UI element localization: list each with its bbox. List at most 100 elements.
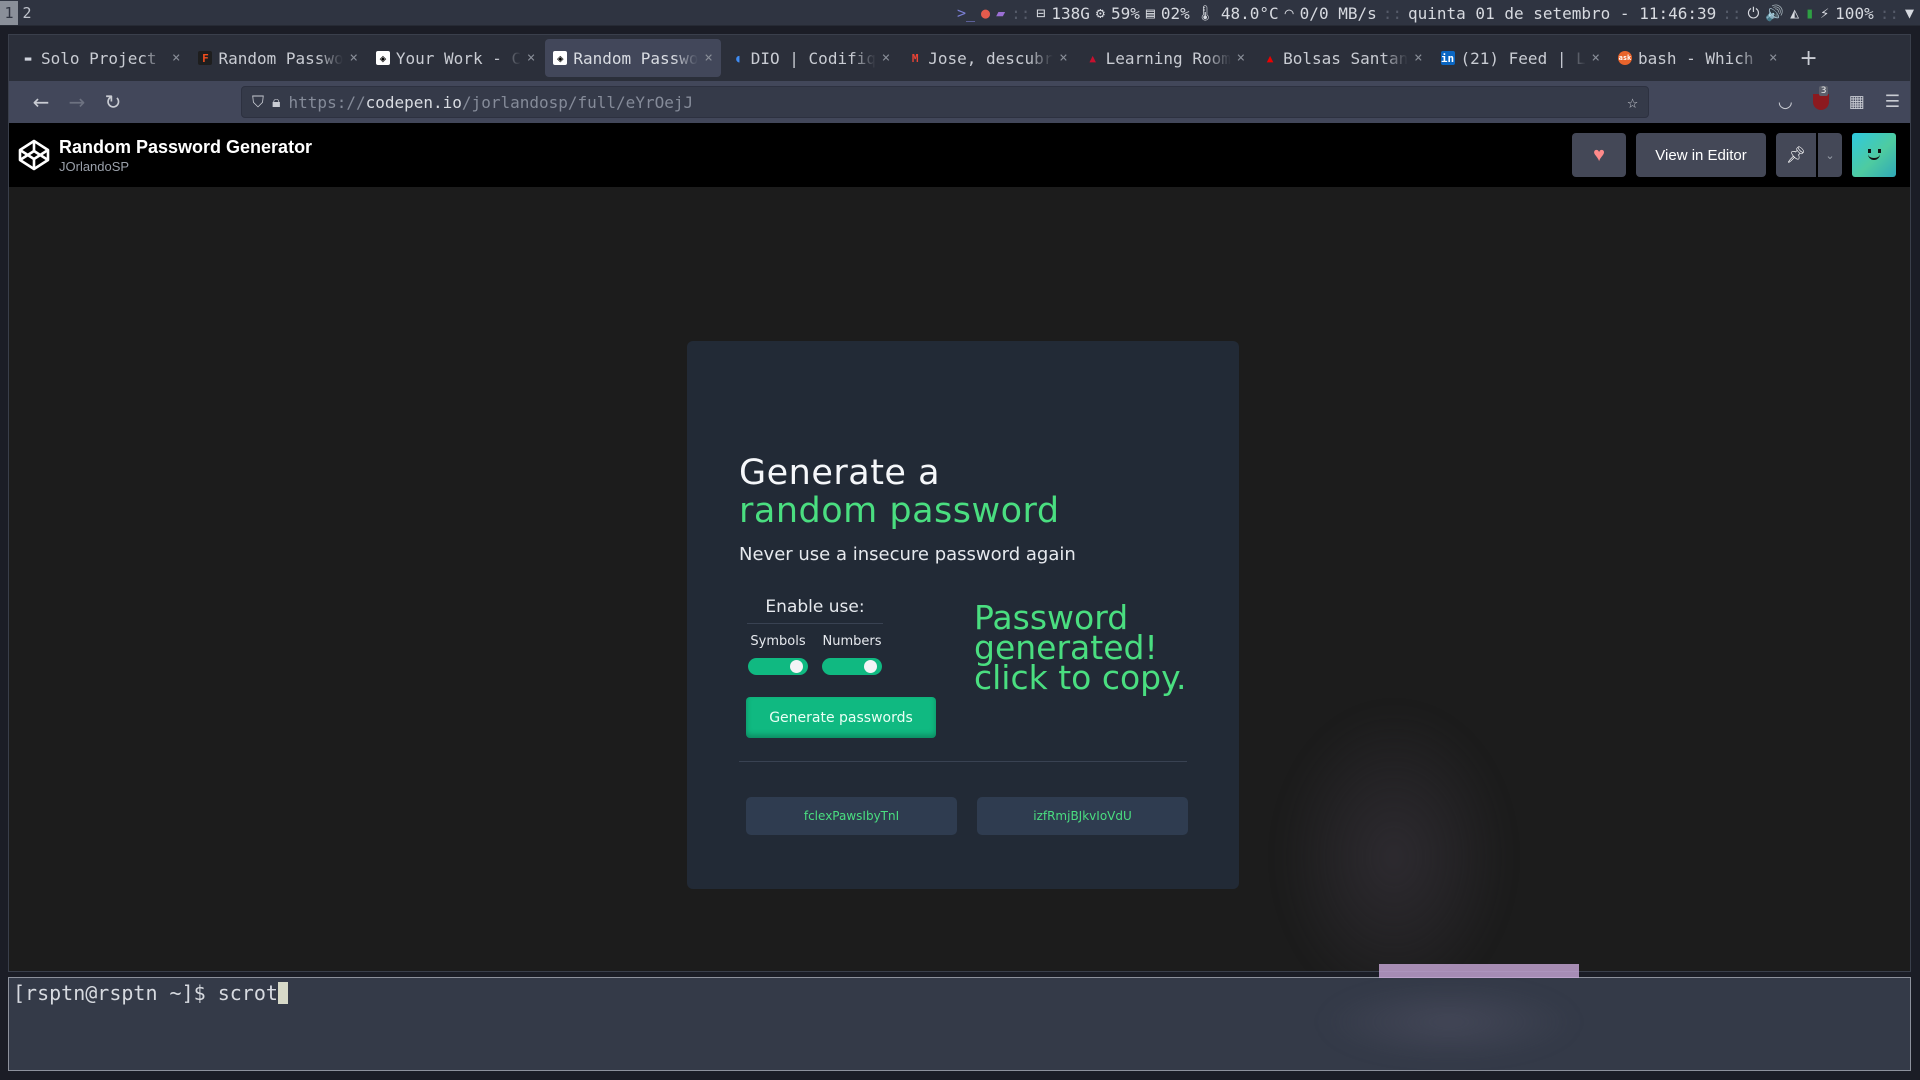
terminal-icon[interactable]: >_ <box>957 4 975 22</box>
tab-label: Solo Project <box>41 48 157 68</box>
numbers-label: Numbers <box>822 634 882 649</box>
disk-usage: 138G <box>1051 3 1090 23</box>
workspace-1[interactable]: 1 <box>0 0 18 25</box>
terminal-window[interactable]: [rsptn@rsptn ~]$ scrot <box>8 964 1911 1071</box>
bookmark-star-icon[interactable]: ☆ <box>1627 92 1638 113</box>
linkedin-favicon-icon: in <box>1440 51 1455 65</box>
folder-icon[interactable]: ▰ <box>996 4 1005 22</box>
separator: :: <box>1382 3 1402 23</box>
avatar-eye <box>1878 149 1881 153</box>
memory-icon: ▤ <box>1145 4 1155 22</box>
pin-button[interactable]: 📌︎ <box>1776 133 1816 177</box>
tab-askubuntu[interactable]: ask bash - Which × <box>1610 39 1785 77</box>
pen-preview: Generate a random password Never use a i… <box>9 187 1910 971</box>
firefox-icon[interactable]: ● <box>981 4 990 22</box>
pin-icon: 📌︎ <box>1785 147 1807 164</box>
reload-button[interactable]: ↻ <box>95 90 131 114</box>
dio-favicon-icon: ◖ <box>734 51 742 65</box>
close-tab-icon[interactable]: × <box>1769 50 1777 66</box>
memory-usage: 02% <box>1160 3 1190 23</box>
tab-label: Learning Room <box>1105 48 1231 68</box>
heading-line-2: random password <box>739 491 1060 531</box>
symbols-label: Symbols <box>750 634 806 649</box>
url-path: /jorlandosp/full/eYrOejJ <box>461 92 694 112</box>
extension-grid-icon[interactable]: ▦ <box>1849 92 1865 112</box>
tab-label: Bolsas Santander <box>1283 48 1409 68</box>
tab-label: Your Work - CodePen <box>395 48 521 68</box>
datetime: quinta 01 de setembro - 11:46:39 <box>1408 3 1717 23</box>
ublock-origin-icon[interactable]: 3 <box>1812 86 1829 110</box>
status-message: Password generated! click to copy. <box>974 598 1187 697</box>
tab-random-password-figma[interactable]: F Random Password × <box>190 39 365 77</box>
chevron-down-icon: ⌄ <box>1825 149 1835 162</box>
numbers-toggle[interactable] <box>822 658 882 675</box>
plug-icon: ⚡ <box>1820 4 1830 22</box>
temperature: 48.0°C <box>1220 3 1279 23</box>
close-tab-icon[interactable]: × <box>527 50 535 66</box>
password-output-2[interactable]: izfRmjBJkvIoVdU <box>977 797 1188 835</box>
close-tab-icon[interactable]: × <box>1059 50 1067 66</box>
codepen-logo-icon[interactable] <box>17 138 51 172</box>
codepen-favicon-icon: ◈ <box>375 51 390 65</box>
lock-icon[interactable]: 🔒︎ <box>272 92 281 112</box>
background-overlay <box>1279 707 1509 971</box>
tab-learning-room[interactable]: ▲ Learning Room × <box>1078 39 1253 77</box>
close-tab-icon[interactable]: × <box>1592 50 1600 66</box>
tab-label: bash - Which <box>1637 48 1754 68</box>
back-button[interactable]: ← <box>23 90 59 114</box>
separator: :: <box>1722 3 1742 23</box>
tab-dio[interactable]: ◖ DIO | Codifique × <box>723 39 898 77</box>
url-scheme: https:// <box>288 92 366 112</box>
like-button[interactable]: ♥ <box>1572 133 1626 177</box>
tab-gmail[interactable]: M Jose, descubra × <box>900 39 1075 77</box>
chart-icon[interactable]: ◭ <box>1790 4 1799 22</box>
gmail-favicon-icon: M <box>911 51 919 65</box>
cpu-icon: ⚙ <box>1095 4 1105 22</box>
close-tab-icon[interactable]: × <box>1414 50 1422 66</box>
new-tab-button[interactable]: + <box>1799 46 1817 71</box>
symbols-toggle[interactable] <box>748 658 808 675</box>
tab-random-password-codepen[interactable]: ◈ Random Password × <box>545 39 721 77</box>
close-tab-icon[interactable]: × <box>349 50 357 66</box>
tab-label: Random Password <box>573 48 699 68</box>
close-tab-icon[interactable]: × <box>704 50 712 66</box>
close-tab-icon[interactable]: × <box>172 50 180 66</box>
pen-author[interactable]: JOrlandoSP <box>59 159 312 174</box>
tab-label: Random Password <box>218 48 344 68</box>
pin-dropdown-button[interactable]: ⌄ <box>1818 133 1842 177</box>
view-in-editor-button[interactable]: View in Editor <box>1636 133 1766 177</box>
menu-hamburger-icon[interactable]: ☰ <box>1885 92 1900 112</box>
codepen-favicon-icon: ◈ <box>553 51 568 65</box>
password-output-1[interactable]: fclexPawsIbyTnI <box>746 797 957 835</box>
close-tab-icon[interactable]: × <box>1237 50 1245 66</box>
volume-icon[interactable]: 🔊 <box>1765 4 1784 22</box>
workspace-2[interactable]: 2 <box>18 1 36 25</box>
power-icon[interactable]: ⏻ <box>1748 4 1760 22</box>
tab-your-work-codepen[interactable]: ◈ Your Work - CodePen × <box>368 39 543 77</box>
pen-title: Random Password Generator <box>59 136 313 157</box>
user-avatar[interactable] <box>1852 133 1896 177</box>
tab-label: (21) Feed | LinkedIn <box>1460 48 1586 68</box>
tracking-protection-icon[interactable]: ⛉ <box>252 92 264 112</box>
pocket-icon[interactable]: ◡ <box>1778 92 1793 112</box>
heart-icon: ♥ <box>1593 143 1605 166</box>
heading-line-1: Generate a <box>739 453 941 493</box>
url-host: codepen.io <box>365 92 462 112</box>
close-tab-icon[interactable]: × <box>882 50 890 66</box>
tab-solo-project[interactable]: ▬ Solo Project × <box>13 39 188 77</box>
cpu-usage: 59% <box>1110 3 1140 23</box>
tab-label: DIO | Codifique <box>750 48 876 68</box>
system-status-bar: 1 2 >_ ● ▰ :: ⊟ 138G ⚙ 59% ▤ 02% 🌡 48.0°… <box>0 0 1920 26</box>
background-overlay <box>1379 964 1579 978</box>
tab-bar: ▬ Solo Project × F Random Password × ◈ Y… <box>9 35 1910 81</box>
santander-favicon-icon: ▲ <box>1266 51 1274 65</box>
figma-favicon-icon: F <box>198 51 213 65</box>
password-generator-card: Generate a random password Never use a i… <box>687 341 1239 889</box>
dropdown-triangle-icon[interactable]: ▼ <box>1905 4 1914 22</box>
url-bar[interactable]: ⛉ 🔒︎ https://codepen.io/jorlandosp/full/… <box>241 86 1649 118</box>
tab-bolsas-santander[interactable]: ▲ Bolsas Santander × <box>1255 39 1430 77</box>
tab-linkedin[interactable]: in (21) Feed | LinkedIn × <box>1433 39 1608 77</box>
forward-button[interactable]: → <box>59 90 95 114</box>
generate-passwords-button[interactable]: Generate passwords <box>746 697 936 738</box>
solo-favicon-icon: ▬ <box>24 51 32 65</box>
